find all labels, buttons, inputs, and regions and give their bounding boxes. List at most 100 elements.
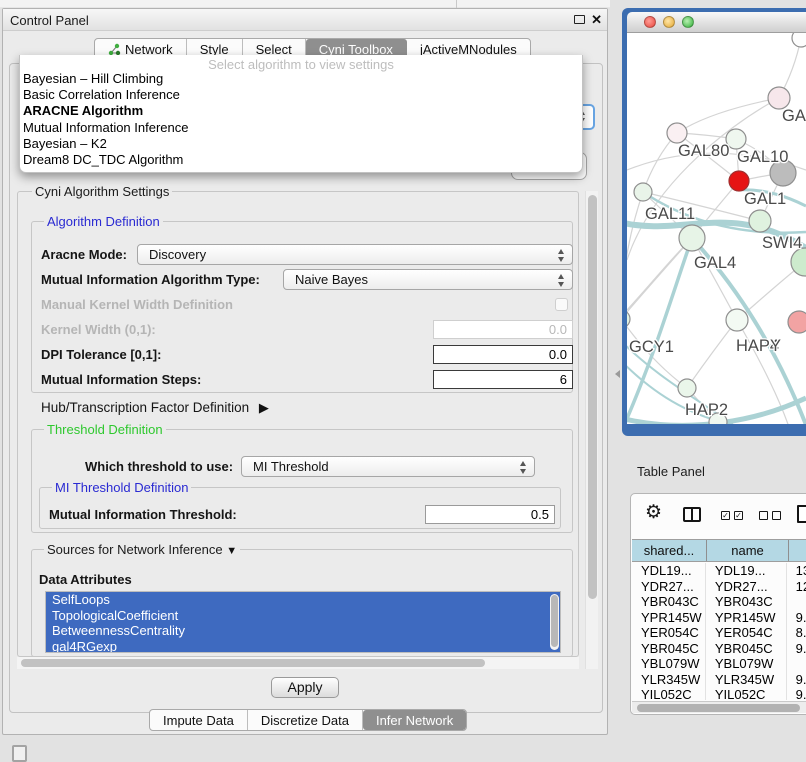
algorithm-popup-placeholder: Select algorithm to view settings [20, 55, 582, 71]
node-gal11[interactable] [634, 183, 652, 201]
cell-value: 8. [787, 625, 806, 641]
collapse-down-icon[interactable]: ▼ [226, 545, 237, 557]
settings-vertical-scrollbar[interactable] [585, 191, 598, 669]
hub-definition-section[interactable]: Hub/Transcription Factor Definition ▶ [41, 400, 269, 416]
control-panel-titlebar: Control Panel ✕ [3, 9, 607, 31]
network-graph[interactable]: GAL GAL80 GAL10 GAL1 GAL11 SWI4 GAL4 GCY… [627, 33, 806, 424]
node-hap4[interactable] [726, 309, 748, 331]
node-gcy1[interactable] [627, 310, 630, 328]
cell-name: YBL079W [706, 656, 787, 672]
cell-shared: YDL19... [632, 563, 706, 579]
cell-shared: YPR145W [632, 610, 706, 626]
attribute-item[interactable]: TopologicalCoefficient [46, 608, 560, 624]
data-attributes-list[interactable]: SelfLoops TopologicalCoefficient Between… [45, 591, 561, 653]
network-view-window[interactable]: GAL GAL80 GAL10 GAL1 GAL11 SWI4 GAL4 GCY… [622, 8, 806, 436]
close-icon[interactable]: ✕ [591, 12, 602, 28]
aracne-mode-combo[interactable]: Discovery [137, 244, 573, 265]
cell-value: 9. [787, 672, 806, 688]
stepper-icon [558, 274, 565, 287]
algorithm-option[interactable]: Dream8 DC_TDC Algorithm [20, 152, 582, 168]
close-traffic-light-icon[interactable] [644, 16, 656, 28]
node-gal4[interactable] [679, 225, 705, 251]
tab-infer-network[interactable]: Infer Network [363, 710, 466, 730]
table-row[interactable]: YLR345W YLR345W 9. [632, 672, 806, 688]
table-horizontal-scrollbar[interactable] [632, 701, 806, 713]
minimize-traffic-light-icon[interactable] [663, 16, 675, 28]
network-window-titlebar[interactable] [627, 12, 806, 33]
scrollbar-thumb[interactable] [637, 704, 800, 712]
attribute-item[interactable]: SelfLoops [46, 592, 560, 608]
node-selected-red[interactable] [729, 171, 749, 191]
dpi-tolerance-field[interactable] [433, 345, 573, 364]
column-header-name[interactable]: name [707, 540, 789, 561]
algorithm-option[interactable]: Bayesian – Hill Climbing [20, 71, 582, 87]
column-header-shared-name[interactable]: shared... [632, 540, 707, 561]
table-row[interactable]: YBR043C YBR043C [632, 594, 806, 610]
mutual-information-threshold-field[interactable] [425, 505, 555, 524]
mi-steps-field[interactable] [433, 370, 573, 389]
settings-horizontal-scrollbar[interactable] [17, 657, 579, 669]
table-row[interactable]: YIL052C YIL052C 9. [632, 687, 806, 700]
algorithm-option-selected[interactable]: ARACNE Algorithm [20, 103, 582, 119]
minimized-panel-icon[interactable] [12, 745, 27, 762]
node[interactable] [792, 33, 806, 47]
cell-shared: YDR27... [632, 579, 706, 595]
network-canvas[interactable]: GAL GAL80 GAL10 GAL1 GAL11 SWI4 GAL4 GCY… [627, 33, 806, 424]
attribute-item[interactable]: BetweennessCentrality [46, 623, 560, 639]
scrollbar-thumb[interactable] [551, 595, 558, 647]
scrollbar-thumb[interactable] [21, 659, 485, 667]
algorithm-dropdown-popup: Select algorithm to view settings Bayesi… [19, 55, 583, 173]
which-threshold-combo[interactable]: MI Threshold [241, 456, 535, 477]
unselect-all-columns-icon[interactable] [759, 511, 781, 520]
algorithm-option[interactable]: Mutual Information Inference [20, 120, 582, 136]
table-row[interactable]: YBL079W YBL079W [632, 656, 806, 672]
cell-value [787, 594, 806, 610]
hub-definition-label: Hub/Transcription Factor Definition [41, 400, 249, 415]
tab-impute-data-label: Impute Data [163, 713, 234, 728]
cell-value: 9. [787, 687, 806, 700]
data-attributes-label: Data Attributes [39, 572, 132, 587]
table-row[interactable]: YBR045C YBR045C 9. [632, 641, 806, 657]
node-label: GAL10 [737, 148, 788, 166]
table-row[interactable]: YPR145W YPR145W 9. [632, 610, 806, 626]
tab-impute-data[interactable]: Impute Data [150, 710, 248, 730]
table-body[interactable]: YDL19... YDL19... 13 YDR27... YDR27... 1… [632, 563, 806, 700]
cell-name: YDL19... [706, 563, 787, 579]
algorithm-option[interactable]: Bayesian – K2 [20, 136, 582, 152]
table-row[interactable]: YER054C YER054C 8. [632, 625, 806, 641]
aracne-mode-label: Aracne Mode: [41, 247, 127, 262]
control-panel: Control Panel ✕ Network Style Select Cyn… [2, 8, 608, 735]
attribute-list-scrollbar[interactable] [550, 594, 559, 650]
table-row[interactable]: YDL19... YDL19... 13 [632, 563, 806, 579]
zoom-traffic-light-icon[interactable] [682, 16, 694, 28]
kernel-width-field[interactable] [433, 320, 573, 339]
tab-discretize-data[interactable]: Discretize Data [248, 710, 363, 730]
expand-right-icon[interactable]: ▶ [259, 400, 269, 416]
cell-shared: YBL079W [632, 656, 706, 672]
select-all-columns-icon[interactable]: ✓✓ [721, 511, 743, 520]
float-window-icon[interactable] [574, 15, 585, 24]
mi-algorithm-type-combo[interactable]: Naive Bayes [283, 269, 573, 290]
algorithm-option[interactable]: Basic Correlation Inference [20, 87, 582, 103]
node-gal1[interactable] [749, 210, 771, 232]
node-gal80[interactable] [667, 123, 687, 143]
gear-icon[interactable]: ⚙ [645, 501, 662, 524]
apply-button[interactable]: Apply [271, 677, 339, 698]
network-graph-icon [108, 43, 121, 56]
node-hap2[interactable] [678, 379, 696, 397]
table-row[interactable]: YDR27... YDR27... 12 [632, 579, 806, 595]
panel-collapse-handle[interactable] [615, 370, 620, 378]
node-label: GAL80 [678, 142, 729, 160]
node-gal[interactable] [768, 87, 790, 109]
new-table-icon[interactable] [797, 505, 806, 523]
manual-kernel-width-checkbox[interactable] [555, 298, 568, 311]
column-header-partial[interactable]: A [789, 540, 806, 561]
node-y[interactable] [788, 311, 806, 333]
node-label: Y [770, 337, 781, 355]
cell-shared: YER054C [632, 625, 706, 641]
algorithm-definition-title: Algorithm Definition [44, 214, 163, 229]
mi-threshold-definition-title: MI Threshold Definition [52, 480, 191, 495]
scrollbar-thumb[interactable] [588, 195, 597, 599]
split-columns-icon[interactable] [683, 507, 701, 522]
attribute-item[interactable]: gal4RGexp [46, 639, 560, 654]
